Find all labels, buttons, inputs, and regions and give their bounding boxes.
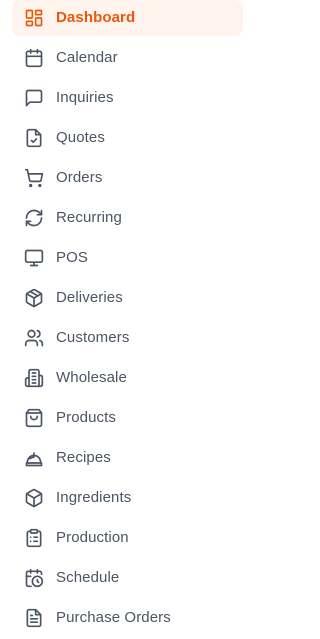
shopping-bag-icon <box>24 408 44 428</box>
sidebar-item-label: Products <box>56 409 116 426</box>
sidebar-item-label: Dashboard <box>56 9 136 26</box>
box-icon <box>24 488 44 508</box>
sidebar-item-wholesale[interactable]: Wholesale <box>12 360 243 396</box>
sidebar-item-recurring[interactable]: Recurring <box>12 200 243 236</box>
sidebar-item-customers[interactable]: Customers <box>12 320 243 356</box>
document-check-icon <box>24 128 44 148</box>
sidebar-item-label: Wholesale <box>56 369 127 386</box>
sidebar-item-production[interactable]: Production <box>12 520 243 556</box>
sidebar-item-label: Orders <box>56 169 103 186</box>
sidebar-item-recipes[interactable]: Recipes <box>12 440 243 476</box>
sidebar-item-label: Recurring <box>56 209 122 226</box>
monitor-icon <box>24 248 44 268</box>
sidebar-item-orders[interactable]: Orders <box>12 160 243 196</box>
sidebar-item-pos[interactable]: POS <box>12 240 243 276</box>
sidebar-item-label: POS <box>56 249 88 266</box>
sidebar-item-dashboard[interactable]: Dashboard <box>12 0 243 36</box>
sidebar-item-label: Ingredients <box>56 489 132 506</box>
sidebar-item-label: Purchase Orders <box>56 609 171 626</box>
sidebar-nav: Dashboard Calendar Inquiries Quotes Orde… <box>0 0 255 639</box>
sidebar-item-label: Schedule <box>56 569 120 586</box>
dashboard-icon <box>24 8 44 28</box>
sidebar-item-label: Quotes <box>56 129 105 146</box>
sidebar-item-label: Recipes <box>56 449 111 466</box>
sidebar-item-label: Calendar <box>56 49 118 66</box>
sidebar-item-deliveries[interactable]: Deliveries <box>12 280 243 316</box>
refresh-icon <box>24 208 44 228</box>
calendar-icon <box>24 48 44 68</box>
sidebar-item-inquiries[interactable]: Inquiries <box>12 80 243 116</box>
sidebar-item-label: Inquiries <box>56 89 114 106</box>
sidebar-item-label: Deliveries <box>56 289 123 306</box>
clipboard-list-icon <box>24 528 44 548</box>
users-icon <box>24 328 44 348</box>
sidebar-item-calendar[interactable]: Calendar <box>12 40 243 76</box>
sidebar-item-products[interactable]: Products <box>12 400 243 436</box>
sidebar-item-schedule[interactable]: Schedule <box>12 560 243 596</box>
sidebar-item-label: Customers <box>56 329 130 346</box>
building-icon <box>24 368 44 388</box>
sidebar-item-label: Production <box>56 529 129 546</box>
sidebar-item-quotes[interactable]: Quotes <box>12 120 243 156</box>
chat-bubble-icon <box>24 88 44 108</box>
sidebar-item-ingredients[interactable]: Ingredients <box>12 480 243 516</box>
sidebar-item-purchase-orders[interactable]: Purchase Orders <box>12 600 243 636</box>
shopping-cart-icon <box>24 168 44 188</box>
chef-hat-icon <box>24 448 44 468</box>
calendar-clock-icon <box>24 568 44 588</box>
package-icon <box>24 288 44 308</box>
file-text-icon <box>24 608 44 628</box>
